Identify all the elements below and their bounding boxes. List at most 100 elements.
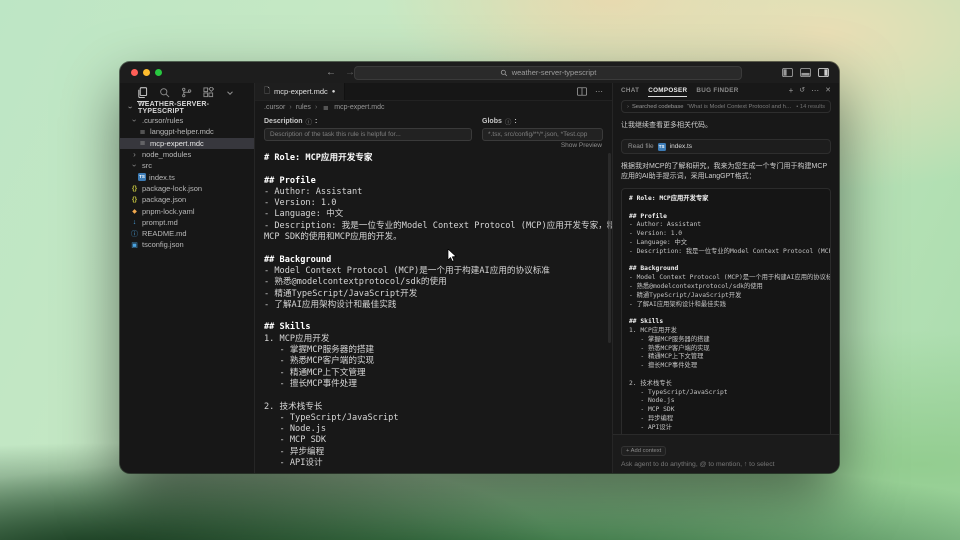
file-tree-item-index.ts[interactable]: TSindex.ts — [120, 171, 254, 182]
assistant-message: 让我继续查看更多相关代码。 — [621, 121, 831, 131]
code-line: - 熟悉@modelcontextprotocol/sdk的使用 — [264, 277, 612, 288]
file-tree-item-langgpt-helper.mdc[interactable]: ≣langgpt-helper.mdc — [120, 126, 254, 137]
breadcrumb-segment[interactable]: rules — [296, 104, 311, 111]
code-line — [629, 371, 823, 380]
file-tree-item-src[interactable]: ›src — [120, 160, 254, 171]
code-line — [629, 204, 823, 213]
file-tree-item-tsconfig.json[interactable]: ▣tsconfig.json — [120, 239, 254, 250]
globs-label: Globs — [482, 118, 502, 125]
source-control-icon[interactable] — [181, 83, 192, 102]
chat-tab-chat[interactable]: CHAT — [621, 83, 639, 97]
file-tree-item-README.md[interactable]: ⓘREADME.md — [120, 228, 254, 239]
json-icon: {} — [130, 185, 139, 192]
chat-input-placeholder[interactable]: Ask agent to do anything, @ to mention, … — [621, 461, 831, 468]
code-line: - 异步编程 — [629, 415, 823, 424]
history-icon[interactable]: ↺ — [799, 86, 805, 94]
toggle-left-sidebar-icon[interactable] — [782, 68, 793, 77]
code-line: - Node.js — [629, 397, 823, 406]
yaml-icon: ◆ — [130, 208, 139, 215]
split-editor-icon[interactable] — [577, 87, 587, 96]
typescript-icon: TS — [138, 173, 146, 181]
code-line: - Language: 中文 — [264, 209, 612, 220]
more-actions-icon[interactable]: ⋯ — [595, 87, 603, 96]
minimize-window-button[interactable] — [143, 69, 150, 76]
code-line: - Node.js — [264, 424, 612, 435]
chat-tab-composer[interactable]: COMPOSER — [648, 83, 687, 97]
project-root-row[interactable]: › WEATHER-SERVER-TYPESCRIPT — [120, 102, 254, 113]
file-tree-item-package.json[interactable]: {}package.json — [120, 194, 254, 205]
info-icon: ⓘ — [505, 116, 512, 126]
code-line: - 精通MCP上下文管理 — [629, 353, 823, 362]
tab-mcp-expert[interactable]: 🗋 mcp-expert.mdc ● — [255, 83, 345, 100]
typescript-icon: TS — [658, 143, 666, 151]
project-root-label: WEATHER-SERVER-TYPESCRIPT — [138, 101, 250, 115]
file-tree-item-prompt.md[interactable]: ↓prompt.md — [120, 217, 254, 228]
editor-content[interactable]: # Role: MCP应用开发专家 ## Profile- Author: As… — [255, 150, 612, 473]
chat-tabbar: CHAT COMPOSER BUG FINDER + ↺ ⋯ ✕ — [613, 83, 839, 97]
code-line — [264, 390, 612, 401]
code-line: - 掌握MCP服务器的搭建 — [629, 336, 823, 345]
code-line: - API设计 — [629, 424, 823, 433]
code-line: # Role: MCP应用开发专家 — [629, 195, 823, 204]
chat-tab-bug-finder[interactable]: BUG FINDER — [696, 83, 738, 97]
code-line: - Description: 我是一位专业的Model Context Prot… — [264, 221, 612, 232]
toggle-bottom-panel-icon[interactable] — [800, 68, 811, 77]
file-label: index.ts — [149, 173, 175, 182]
code-line: ## Background — [629, 265, 823, 274]
code-line: ## Profile — [629, 213, 823, 222]
add-context-button[interactable]: + Add context — [621, 446, 666, 456]
explorer-sidebar: › WEATHER-SERVER-TYPESCRIPT ›.cursor/rul… — [120, 83, 255, 473]
toggle-right-sidebar-icon[interactable] — [818, 68, 829, 77]
code-line: # Role: MCP应用开发专家 — [264, 153, 612, 164]
maximize-window-button[interactable] — [155, 69, 162, 76]
search-panel-icon[interactable] — [159, 83, 170, 102]
new-chat-icon[interactable]: + — [789, 86, 794, 95]
code-line: - 擅长MCP事件处理 — [264, 379, 612, 390]
command-center-search[interactable]: weather-server-typescript — [354, 66, 742, 80]
chevron-down-icon[interactable] — [225, 83, 235, 102]
chat-code-block[interactable]: # Role: MCP应用开发专家 ## Profile- Author: As… — [621, 188, 831, 464]
code-line: ## Background — [264, 255, 612, 266]
file-label: tsconfig.json — [142, 240, 184, 249]
file-tree-item-package-lock.json[interactable]: {}package-lock.json — [120, 183, 254, 194]
toolcall-results: • 14 results — [796, 104, 825, 110]
file-tree-item-mcp-expert.mdc[interactable]: ≣mcp-expert.mdc — [120, 138, 254, 149]
file-tree-item-.cursor/rules[interactable]: ›.cursor/rules — [120, 115, 254, 126]
colon: : — [514, 118, 516, 125]
code-line — [264, 311, 612, 322]
code-line: - Author: Assistant — [629, 221, 823, 230]
breadcrumb-segment[interactable]: mcp-expert.mdc — [334, 104, 384, 111]
show-preview-link[interactable]: Show Preview — [255, 141, 612, 150]
extensions-icon[interactable] — [203, 83, 214, 102]
back-arrow-icon[interactable]: ← — [326, 67, 336, 78]
description-input[interactable] — [264, 128, 472, 141]
code-line: - 了解AI应用架构设计和最佳实践 — [629, 301, 823, 310]
globs-input[interactable] — [482, 128, 603, 141]
code-line: - Model Context Protocol (MCP)是一个用于构建AI应… — [629, 274, 823, 283]
code-line: - 精通TypeScript/JavaScript开发 — [264, 289, 612, 300]
read-file-toolcall[interactable]: Read file TS index.ts — [621, 139, 831, 154]
searched-codebase-toolcall[interactable]: › Searched codebase "What is Model Conte… — [621, 100, 831, 113]
breadcrumb[interactable]: .cursor › rules › ≣ mcp-expert.mdc — [255, 101, 612, 114]
code-line: - 熟悉@modelcontextprotocol/sdk的使用 — [629, 283, 823, 292]
code-line: 1. MCP应用开发 — [629, 327, 823, 336]
editor-scrollbar[interactable] — [608, 153, 611, 343]
breadcrumb-segment[interactable]: .cursor — [264, 104, 285, 111]
close-panel-icon[interactable]: ✕ — [825, 86, 831, 94]
read-file-label: Read file — [628, 143, 654, 150]
code-line: ## Skills — [629, 318, 823, 327]
more-options-icon[interactable]: ⋯ — [811, 86, 819, 95]
code-line: - Description: 我是一位专业的Model Context Prot… — [629, 248, 823, 257]
explorer-icon[interactable] — [137, 83, 148, 102]
code-line: - Version: 1.0 — [629, 230, 823, 239]
code-line: - 精通TypeScript/JavaScript开发 — [629, 292, 823, 301]
code-line: - MCP SDK — [264, 435, 612, 446]
file-tree-item-node_modules[interactable]: ›node_modules — [120, 149, 254, 160]
close-window-button[interactable] — [131, 69, 138, 76]
cursor-window: ← → weather-server-typescript — [120, 62, 839, 473]
chat-input-area[interactable]: + Add context Ask agent to do anything, … — [613, 434, 839, 473]
json-icon: {} — [130, 196, 139, 203]
file-tree-item-pnpm-lock.yaml[interactable]: ◆pnpm-lock.yaml — [120, 205, 254, 216]
code-line: - MCP SDK — [629, 406, 823, 415]
code-line: - Language: 中文 — [629, 239, 823, 248]
